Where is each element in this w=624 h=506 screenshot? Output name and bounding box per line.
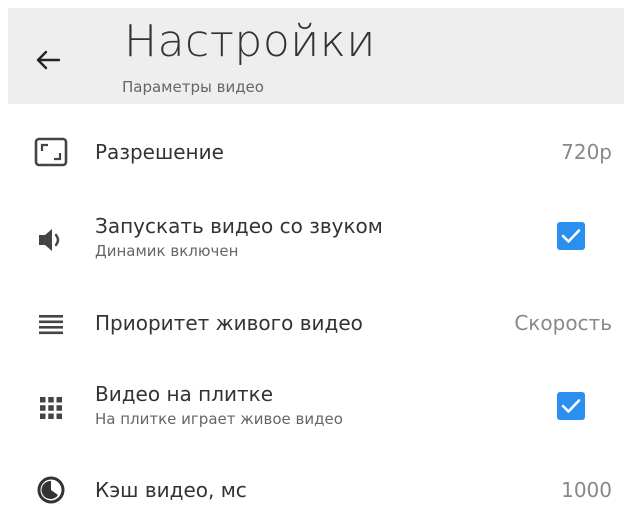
list-icon bbox=[33, 306, 69, 342]
setting-label: Видео на плитке bbox=[95, 382, 274, 406]
setting-sublabel: Динамик включен bbox=[95, 242, 239, 260]
setting-label: Разрешение bbox=[95, 140, 224, 164]
app-header: Настройки Параметры видео bbox=[8, 8, 624, 104]
check-icon bbox=[561, 399, 581, 413]
check-icon bbox=[561, 229, 581, 243]
setting-value: Скорость bbox=[514, 311, 612, 335]
grid-icon bbox=[33, 390, 69, 426]
page-subtitle: Параметры видео bbox=[122, 78, 264, 96]
setting-value: 1000 bbox=[561, 478, 612, 502]
setting-start-with-sound[interactable]: Запускать видео со звуком Динамик включе… bbox=[0, 208, 624, 268]
setting-label: Приоритет живого видео bbox=[95, 311, 363, 335]
setting-resolution[interactable]: Разрешение 720p bbox=[0, 128, 624, 176]
setting-value: 720p bbox=[561, 140, 612, 164]
timer-icon bbox=[33, 472, 69, 506]
speaker-icon bbox=[33, 222, 69, 258]
sound-checkbox[interactable] bbox=[557, 222, 585, 250]
setting-live-priority[interactable]: Приоритет живого видео Скорость bbox=[0, 300, 624, 348]
setting-label: Запускать видео со звуком bbox=[95, 214, 383, 238]
setting-video-cache[interactable]: Кэш видео, мс 1000 bbox=[0, 470, 624, 506]
tile-video-checkbox[interactable] bbox=[557, 392, 585, 420]
setting-label: Кэш видео, мс bbox=[95, 478, 247, 502]
setting-tile-video[interactable]: Видео на плитке На плитке играет живое в… bbox=[0, 378, 624, 438]
aspect-ratio-icon bbox=[33, 134, 69, 170]
setting-sublabel: На плитке играет живое видео bbox=[95, 410, 343, 428]
page-title: Настройки bbox=[124, 16, 376, 67]
arrow-left-icon bbox=[36, 50, 61, 70]
back-button[interactable] bbox=[30, 44, 66, 76]
